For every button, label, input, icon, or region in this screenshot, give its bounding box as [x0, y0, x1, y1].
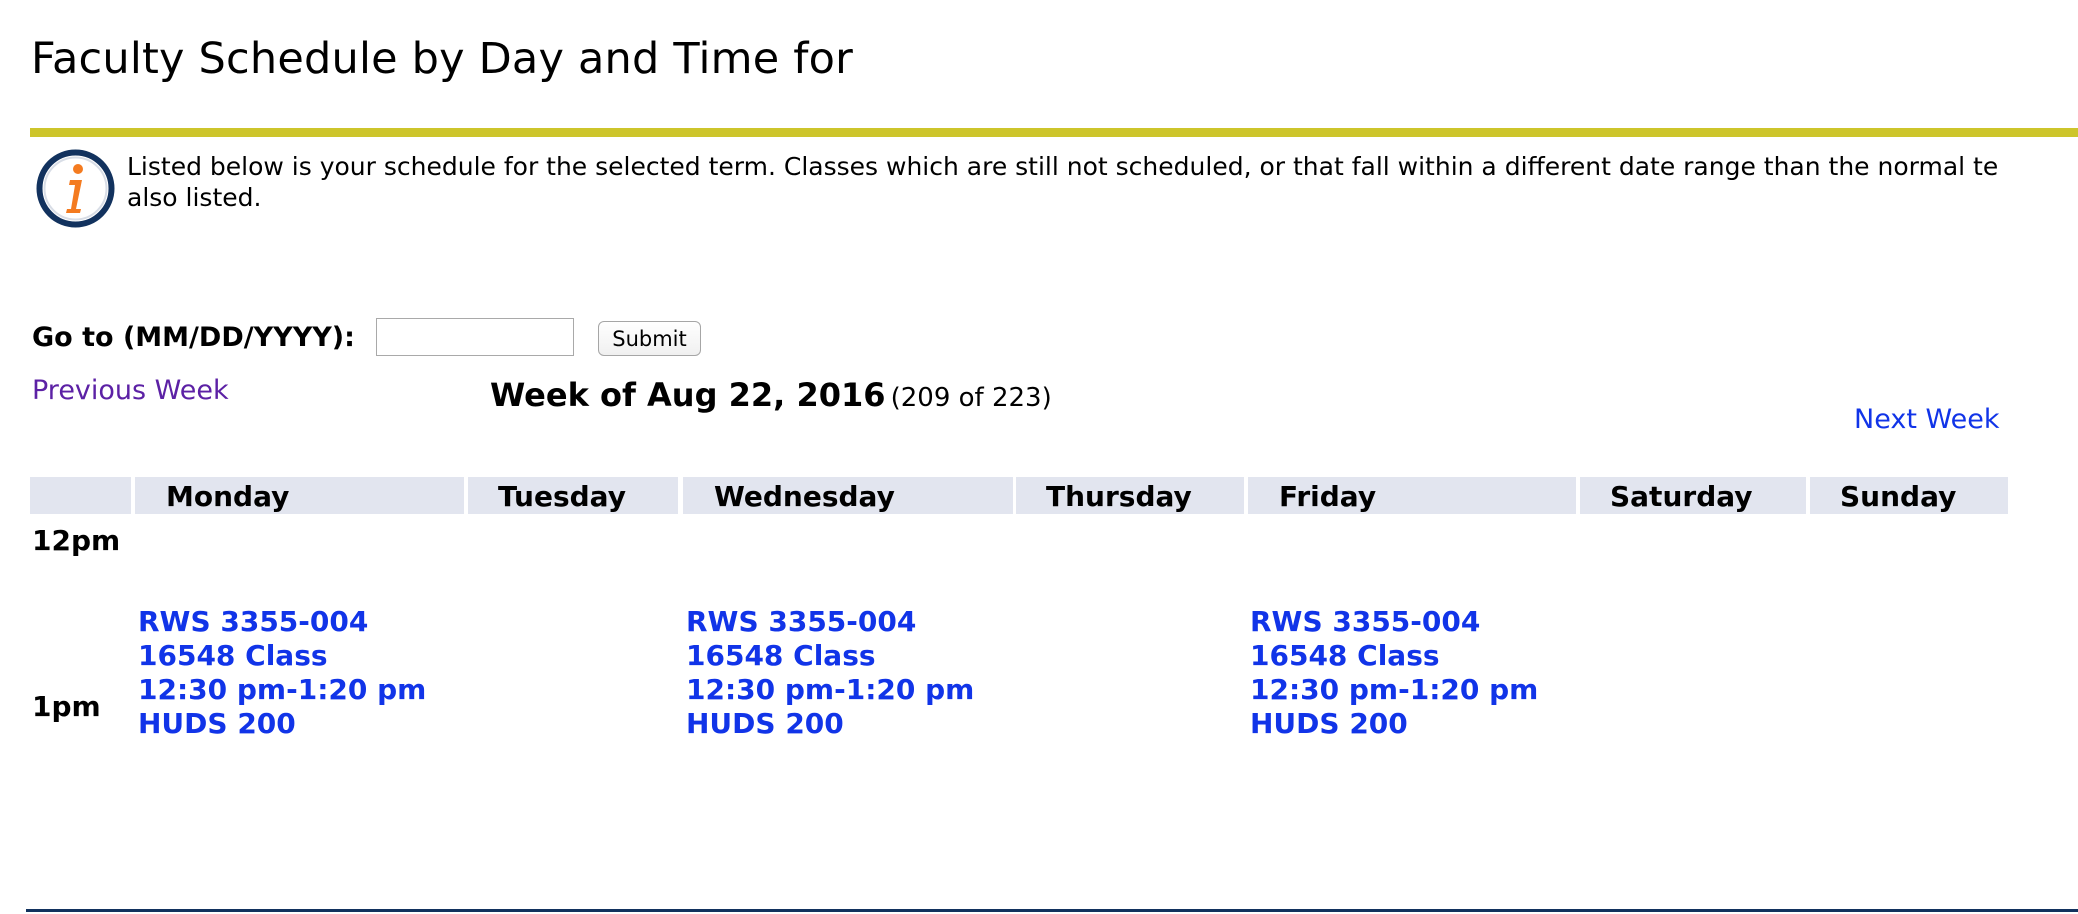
class-course: RWS 3355-004 [138, 605, 369, 638]
info-message-line-1: Listed below is your schedule for the se… [127, 152, 1999, 181]
page-title: Faculty Schedule by Day and Time for [31, 34, 853, 84]
faculty-schedule-page: Faculty Schedule by Day and Time for Lis… [0, 0, 2078, 914]
class-room: HUDS 200 [138, 707, 296, 740]
week-count: (209 of 223) [890, 383, 1052, 413]
info-message: Listed below is your schedule for the se… [127, 151, 2078, 213]
week-title: Week of Aug 22, 2016 [490, 376, 886, 414]
class-room: HUDS 200 [1250, 707, 1408, 740]
class-time: 12:30 pm-1:20 pm [138, 673, 427, 706]
class-block-friday[interactable]: RWS 3355-004 16548 Class 12:30 pm-1:20 p… [1250, 605, 1538, 741]
class-crn: 16548 Class [138, 639, 328, 672]
previous-week-link[interactable]: Previous Week [32, 375, 229, 406]
class-time: 12:30 pm-1:20 pm [1250, 673, 1539, 706]
class-crn: 16548 Class [1250, 639, 1440, 672]
class-time: 12:30 pm-1:20 pm [686, 673, 975, 706]
info-icon [36, 149, 115, 228]
class-room: HUDS 200 [686, 707, 844, 740]
time-column-header [30, 477, 131, 514]
footer-divider [26, 909, 2078, 912]
class-course: RWS 3355-004 [686, 605, 917, 638]
next-week-link[interactable]: Next Week [1854, 404, 1999, 435]
day-header-sunday: Sunday [1810, 477, 2008, 514]
class-crn: 16548 Class [686, 639, 876, 672]
time-label-1pm: 1pm [32, 690, 101, 723]
day-header-thursday: Thursday [1016, 477, 1244, 514]
class-course: RWS 3355-004 [1250, 605, 1481, 638]
day-header-wednesday: Wednesday [683, 477, 1013, 514]
class-block-wednesday[interactable]: RWS 3355-004 16548 Class 12:30 pm-1:20 p… [686, 605, 974, 741]
day-header-tuesday: Tuesday [468, 477, 678, 514]
submit-button[interactable]: Submit [598, 321, 701, 356]
day-header-friday: Friday [1248, 477, 1576, 514]
goto-date-input[interactable] [376, 318, 574, 356]
time-label-12pm: 12pm [32, 524, 121, 557]
day-header-saturday: Saturday [1580, 477, 1806, 514]
class-block-monday[interactable]: RWS 3355-004 16548 Class 12:30 pm-1:20 p… [138, 605, 426, 741]
goto-date-label: Go to (MM/DD/YYYY): [32, 322, 355, 353]
week-heading: Week of Aug 22, 2016 (209 of 223) [490, 376, 1052, 414]
title-divider [30, 128, 2078, 137]
info-message-line-2: also listed. [127, 183, 262, 212]
day-header-monday: Monday [135, 477, 464, 514]
